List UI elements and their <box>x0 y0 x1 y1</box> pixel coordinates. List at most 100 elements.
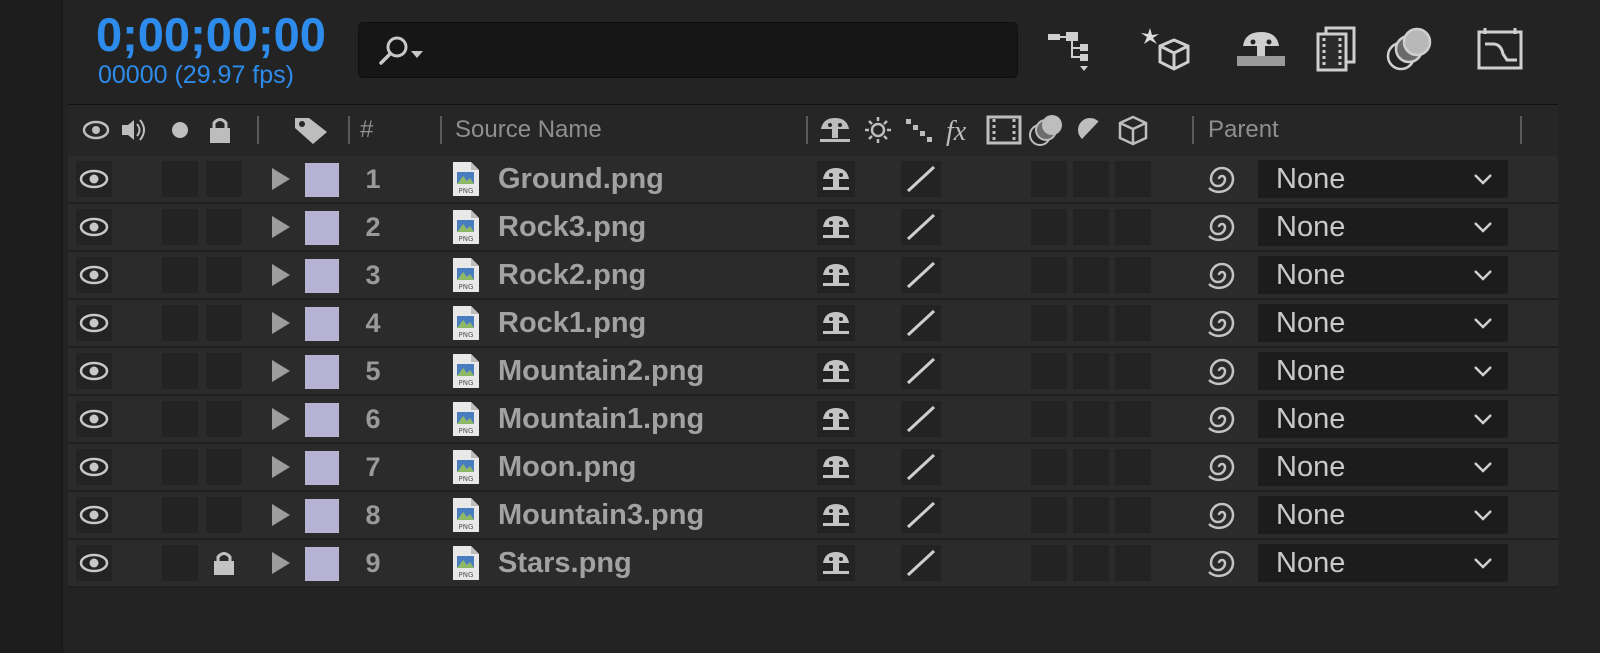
source-name[interactable]: Ground.png <box>498 156 664 202</box>
label-color-swatch[interactable] <box>305 547 339 581</box>
draft-3d-icon[interactable] <box>1140 24 1192 76</box>
video-visibility-toggle[interactable] <box>76 545 112 581</box>
parent-pick-whip[interactable] <box>1204 402 1240 436</box>
layer-row[interactable]: 5 PNG Mountain2.png None <box>68 348 1558 396</box>
shy-switch[interactable] <box>817 401 855 437</box>
label-color-swatch[interactable] <box>305 499 339 533</box>
solo-toggle[interactable] <box>162 497 198 533</box>
motion-blur-switch[interactable] <box>1031 545 1067 581</box>
parent-pick-whip[interactable] <box>1204 354 1240 388</box>
adjustment-layer-switch[interactable] <box>1073 449 1109 485</box>
parent-pick-whip[interactable] <box>1204 306 1240 340</box>
parent-dropdown[interactable]: None <box>1258 256 1508 294</box>
adjustment-layer-switch[interactable] <box>1073 353 1109 389</box>
layer-row[interactable]: 1 PNG Ground.png None <box>68 156 1558 204</box>
adjustment-layer-switch[interactable] <box>1073 305 1109 341</box>
label-color-swatch[interactable] <box>305 211 339 245</box>
expand-arrow-icon[interactable] <box>272 456 290 478</box>
shy-switch[interactable] <box>817 209 855 245</box>
parent-pick-whip[interactable] <box>1204 450 1240 484</box>
parent-pick-whip[interactable] <box>1204 498 1240 532</box>
adjustment-layer-switch[interactable] <box>1073 401 1109 437</box>
layer-row[interactable]: 6 PNG Mountain1.png None <box>68 396 1558 444</box>
video-visibility-toggle[interactable] <box>76 161 112 197</box>
parent-dropdown[interactable]: None <box>1258 304 1508 342</box>
solo-toggle[interactable] <box>162 401 198 437</box>
video-visibility-toggle[interactable] <box>76 497 112 533</box>
shy-switch[interactable] <box>817 497 855 533</box>
motion-blur-switch[interactable] <box>1031 209 1067 245</box>
label-color-swatch[interactable] <box>305 403 339 437</box>
search-input[interactable] <box>358 22 1018 78</box>
quality-switch[interactable] <box>901 449 941 485</box>
quality-switch[interactable] <box>901 305 941 341</box>
solo-toggle[interactable] <box>162 257 198 293</box>
parent-pick-whip[interactable] <box>1204 546 1240 580</box>
adjustment-layer-switch[interactable] <box>1073 497 1109 533</box>
quality-switch[interactable] <box>901 497 941 533</box>
shy-switch[interactable] <box>817 305 855 341</box>
source-name[interactable]: Mountain2.png <box>498 348 704 394</box>
layer-row[interactable]: 4 PNG Rock1.png None <box>68 300 1558 348</box>
parent-dropdown[interactable]: None <box>1258 160 1508 198</box>
3d-layer-switch[interactable] <box>1115 497 1151 533</box>
quality-switch[interactable] <box>901 209 941 245</box>
3d-layer-switch[interactable] <box>1115 257 1151 293</box>
parent-dropdown[interactable]: None <box>1258 400 1508 438</box>
video-visibility-toggle[interactable] <box>76 449 112 485</box>
source-name[interactable]: Mountain1.png <box>498 396 704 442</box>
label-color-swatch[interactable] <box>305 163 339 197</box>
expand-arrow-icon[interactable] <box>272 264 290 286</box>
adjustment-layer-switch[interactable] <box>1073 209 1109 245</box>
shy-switch[interactable] <box>817 545 855 581</box>
motion-blur-icon[interactable] <box>1385 24 1437 76</box>
expand-arrow-icon[interactable] <box>272 360 290 382</box>
layer-row[interactable]: 3 PNG Rock2.png None <box>68 252 1558 300</box>
parent-dropdown[interactable]: None <box>1258 208 1508 246</box>
lock-toggle[interactable] <box>206 209 242 245</box>
parent-pick-whip[interactable] <box>1204 258 1240 292</box>
adjustment-layer-switch[interactable] <box>1073 257 1109 293</box>
current-time-display[interactable]: 0;00;00;00 <box>96 10 326 60</box>
shy-switch[interactable] <box>817 257 855 293</box>
solo-toggle[interactable] <box>162 449 198 485</box>
solo-toggle[interactable] <box>162 353 198 389</box>
lock-toggle[interactable] <box>206 305 242 341</box>
adjustment-layer-switch[interactable] <box>1073 545 1109 581</box>
parent-dropdown[interactable]: None <box>1258 352 1508 390</box>
motion-blur-switch[interactable] <box>1031 401 1067 437</box>
video-visibility-toggle[interactable] <box>76 305 112 341</box>
source-name[interactable]: Mountain3.png <box>498 492 704 538</box>
3d-layer-switch[interactable] <box>1115 449 1151 485</box>
video-visibility-toggle[interactable] <box>76 353 112 389</box>
video-visibility-toggle[interactable] <box>76 401 112 437</box>
source-name-column-header[interactable]: Source Name <box>455 104 602 156</box>
source-name[interactable]: Rock3.png <box>498 204 646 250</box>
3d-layer-switch[interactable] <box>1115 305 1151 341</box>
shy-switch[interactable] <box>817 353 855 389</box>
lock-toggle[interactable] <box>206 449 242 485</box>
quality-switch[interactable] <box>901 353 941 389</box>
source-name[interactable]: Rock2.png <box>498 252 646 298</box>
motion-blur-switch[interactable] <box>1031 449 1067 485</box>
lock-toggle[interactable] <box>206 545 242 581</box>
solo-toggle[interactable] <box>162 545 198 581</box>
3d-layer-switch[interactable] <box>1115 161 1151 197</box>
quality-switch[interactable] <box>901 545 941 581</box>
adjustment-layer-switch[interactable] <box>1073 161 1109 197</box>
3d-layer-switch[interactable] <box>1115 401 1151 437</box>
shy-layers-icon[interactable] <box>1235 24 1287 76</box>
motion-blur-switch[interactable] <box>1031 161 1067 197</box>
3d-layer-switch[interactable] <box>1115 545 1151 581</box>
solo-toggle[interactable] <box>162 161 198 197</box>
search-dropdown-icon[interactable] <box>375 35 431 65</box>
parent-pick-whip[interactable] <box>1204 162 1240 196</box>
lock-toggle[interactable] <box>206 401 242 437</box>
layer-row[interactable]: 7 PNG Moon.png None <box>68 444 1558 492</box>
motion-blur-switch[interactable] <box>1031 257 1067 293</box>
parent-dropdown[interactable]: None <box>1258 544 1508 582</box>
source-name[interactable]: Rock1.png <box>498 300 646 346</box>
solo-toggle[interactable] <box>162 305 198 341</box>
label-color-swatch[interactable] <box>305 307 339 341</box>
shy-switch[interactable] <box>817 161 855 197</box>
